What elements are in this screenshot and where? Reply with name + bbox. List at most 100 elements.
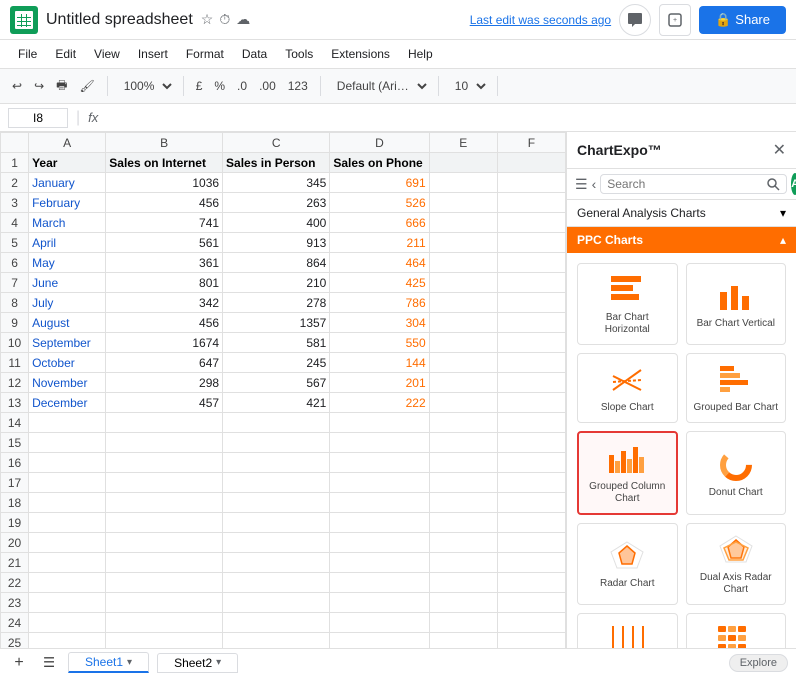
cell[interactable]	[29, 613, 106, 633]
cell[interactable]	[429, 293, 497, 313]
cell-reference[interactable]	[8, 108, 68, 128]
cell[interactable]	[429, 273, 497, 293]
cell[interactable]	[497, 173, 565, 193]
cell[interactable]: 1674	[106, 333, 223, 353]
chart-item-grouped-column[interactable]: Grouped Column Chart	[577, 431, 678, 515]
cell[interactable]	[497, 593, 565, 613]
cell[interactable]	[429, 193, 497, 213]
cell[interactable]	[497, 153, 565, 173]
sheet2-arrow[interactable]: ▾	[216, 657, 221, 668]
cell[interactable]	[223, 633, 330, 649]
ppc-section[interactable]: PPC Charts ▴	[567, 227, 796, 253]
cell[interactable]: 245	[223, 353, 330, 373]
font-select[interactable]: Default (Ari…	[329, 76, 430, 96]
menu-file[interactable]: File	[10, 45, 45, 63]
cell[interactable]	[497, 293, 565, 313]
dec-decimals-button[interactable]: .0	[233, 77, 251, 95]
cell[interactable]	[429, 393, 497, 413]
cell[interactable]: 400	[223, 213, 330, 233]
cell[interactable]	[29, 533, 106, 553]
cell[interactable]: 201	[330, 373, 429, 393]
cell[interactable]: Sales in Person	[223, 153, 330, 173]
cell[interactable]: 263	[223, 193, 330, 213]
cell[interactable]: 550	[330, 333, 429, 353]
cell[interactable]: Year	[29, 153, 106, 173]
cell[interactable]	[497, 613, 565, 633]
cell[interactable]	[429, 213, 497, 233]
share-button[interactable]: 🔒 Share	[699, 6, 786, 34]
spreadsheet-area[interactable]: A B C D E F 1YearSales on InternetSales …	[0, 132, 566, 648]
cell[interactable]	[106, 633, 223, 649]
cell[interactable]: Sales on Phone	[330, 153, 429, 173]
col-header-E[interactable]: E	[429, 133, 497, 153]
cell[interactable]	[330, 493, 429, 513]
cell[interactable]: December	[29, 393, 106, 413]
inc-decimals-button[interactable]: .00	[255, 77, 280, 95]
panel-close-button[interactable]: ✕	[773, 140, 786, 160]
cell[interactable]	[106, 573, 223, 593]
cell[interactable]: 421	[223, 393, 330, 413]
cell[interactable]	[429, 613, 497, 633]
cell[interactable]: 1357	[223, 313, 330, 333]
history-icon[interactable]: ⏱	[219, 11, 230, 28]
comment-button[interactable]	[619, 4, 651, 36]
drive-icon[interactable]: ☁	[236, 11, 250, 28]
cell[interactable]	[106, 553, 223, 573]
cell[interactable]	[106, 473, 223, 493]
cell[interactable]	[106, 413, 223, 433]
cell[interactable]: 647	[106, 353, 223, 373]
cell[interactable]: May	[29, 253, 106, 273]
cell[interactable]	[223, 533, 330, 553]
cell[interactable]	[223, 613, 330, 633]
cell[interactable]	[223, 553, 330, 573]
cell[interactable]: 345	[223, 173, 330, 193]
cell[interactable]	[223, 433, 330, 453]
cell[interactable]	[330, 573, 429, 593]
history-button[interactable]: +	[659, 4, 691, 36]
cell[interactable]	[429, 253, 497, 273]
paint-format-button[interactable]: 🖌	[75, 77, 98, 95]
chart-item-dayparting[interactable]: Dayparting Chart	[686, 613, 787, 648]
cell[interactable]	[429, 353, 497, 373]
cell[interactable]: Sales on Internet	[106, 153, 223, 173]
cell[interactable]	[429, 433, 497, 453]
cell[interactable]	[106, 453, 223, 473]
col-header-F[interactable]: F	[497, 133, 565, 153]
cell[interactable]	[330, 453, 429, 473]
cell[interactable]	[330, 413, 429, 433]
cell[interactable]	[497, 633, 565, 649]
cell[interactable]	[29, 433, 106, 453]
cell[interactable]	[429, 173, 497, 193]
star-icon[interactable]: ☆	[201, 11, 214, 28]
cell[interactable]: 913	[223, 233, 330, 253]
cell[interactable]	[497, 573, 565, 593]
cell[interactable]: March	[29, 213, 106, 233]
cell[interactable]	[29, 633, 106, 649]
menu-help[interactable]: Help	[400, 45, 441, 63]
menu-edit[interactable]: Edit	[47, 45, 84, 63]
cell[interactable]	[29, 553, 106, 573]
chart-item-slope[interactable]: Slope Chart	[577, 353, 678, 423]
cell[interactable]: 222	[330, 393, 429, 413]
cell[interactable]: October	[29, 353, 106, 373]
cell[interactable]: 741	[106, 213, 223, 233]
cell[interactable]: 457	[106, 393, 223, 413]
last-edit-link[interactable]: Last edit was seconds ago	[470, 13, 611, 27]
cell[interactable]: 425	[330, 273, 429, 293]
chart-item-radar[interactable]: Radar Chart	[577, 523, 678, 605]
redo-button[interactable]: ↪	[30, 77, 48, 95]
cell[interactable]	[223, 493, 330, 513]
cell[interactable]	[330, 553, 429, 573]
cell[interactable]: August	[29, 313, 106, 333]
panel-back-icon[interactable]: ‹	[592, 176, 597, 192]
cell[interactable]	[29, 513, 106, 533]
sheet-tab-sheet2[interactable]: Sheet2 ▾	[157, 653, 238, 673]
sheet1-arrow[interactable]: ▾	[127, 657, 132, 668]
cell[interactable]: November	[29, 373, 106, 393]
cell[interactable]	[497, 353, 565, 373]
cell[interactable]	[29, 593, 106, 613]
cell[interactable]: 581	[223, 333, 330, 353]
menu-tools[interactable]: Tools	[277, 45, 321, 63]
cell[interactable]: 211	[330, 233, 429, 253]
cell[interactable]	[106, 513, 223, 533]
